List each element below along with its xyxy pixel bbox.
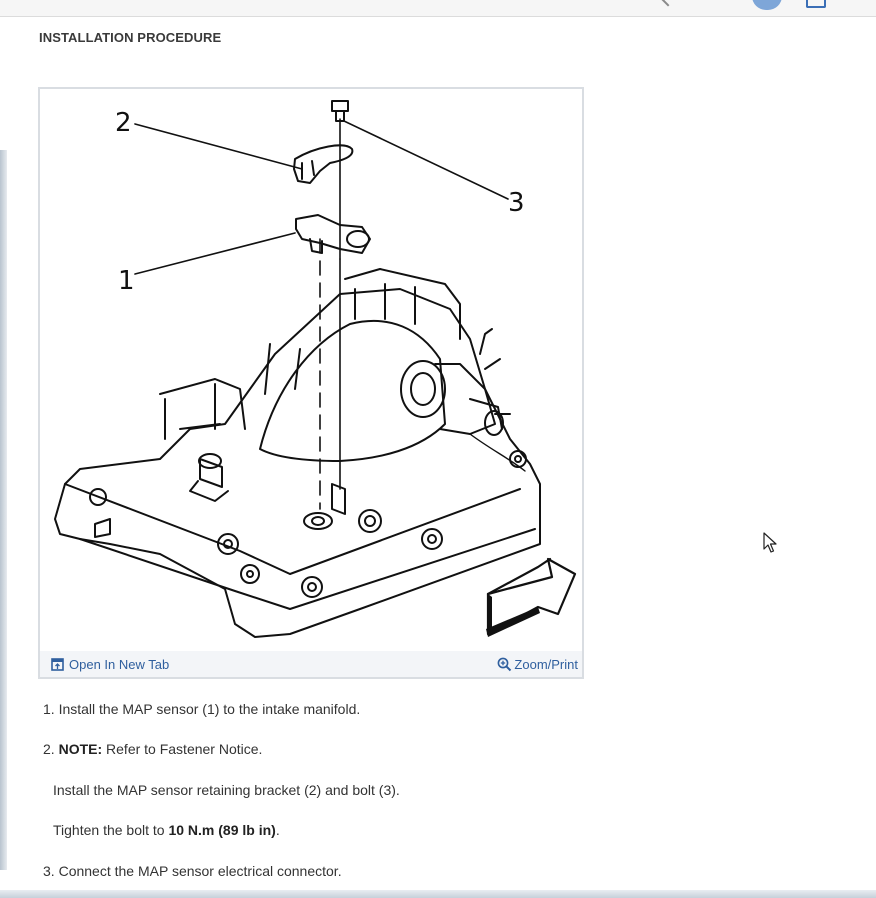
torque-prefix: Tighten the bolt to xyxy=(53,822,165,838)
callout-2: 2 xyxy=(115,108,132,138)
step-1-number: 1. xyxy=(43,701,55,717)
step-2-instruction: Install the MAP sensor retaining bracket… xyxy=(53,782,400,798)
step-2-number: 2. xyxy=(43,741,55,757)
window-edge-bottom xyxy=(0,890,876,898)
magnifier-plus-icon xyxy=(498,657,512,672)
figure-footer: Open In New Tab Zoom/Print xyxy=(40,651,582,677)
step-2-torque: Tighten the bolt to 10 N.m (89 lb in). xyxy=(53,822,280,838)
zoom-print-label: Zoom/Print xyxy=(514,657,578,672)
step-3-number: 3. xyxy=(43,863,55,879)
add-document-icon[interactable] xyxy=(806,0,826,8)
window-edge xyxy=(0,150,7,870)
step-3: 3. Connect the MAP sensor electrical con… xyxy=(43,863,342,879)
callout-3: 3 xyxy=(508,188,525,218)
open-in-new-tab-link[interactable]: Open In New Tab xyxy=(51,657,169,672)
chevron-left-icon[interactable] xyxy=(659,0,677,7)
zoom-print-link[interactable]: Zoom/Print xyxy=(497,657,578,672)
torque-value: 10 N.m (89 lb in) xyxy=(168,822,276,838)
section-heading: INSTALLATION PROCEDURE xyxy=(39,30,222,45)
note-text: Refer to Fastener Notice. xyxy=(106,741,263,757)
torque-suffix: . xyxy=(275,822,280,838)
step-1: 1. Install the MAP sensor (1) to the int… xyxy=(43,701,360,717)
external-window-icon xyxy=(51,658,64,671)
step-1-text: Install the MAP sensor (1) to the intake… xyxy=(58,701,361,717)
mouse-pointer-icon xyxy=(763,532,777,553)
open-in-new-tab-label: Open In New Tab xyxy=(69,657,170,672)
avatar[interactable] xyxy=(752,0,782,10)
callout-1: 1 xyxy=(118,266,135,296)
figure-card: 2 3 1 Open In New Tab Zoom/Print xyxy=(38,87,584,679)
note-label: NOTE: xyxy=(58,741,103,757)
top-toolbar xyxy=(0,0,876,17)
step-3-text: Connect the MAP sensor electrical connec… xyxy=(58,863,342,879)
step-2: 2. NOTE: Refer to Fastener Notice. xyxy=(43,741,262,757)
map-sensor-diagram: 2 3 1 xyxy=(54,100,577,638)
